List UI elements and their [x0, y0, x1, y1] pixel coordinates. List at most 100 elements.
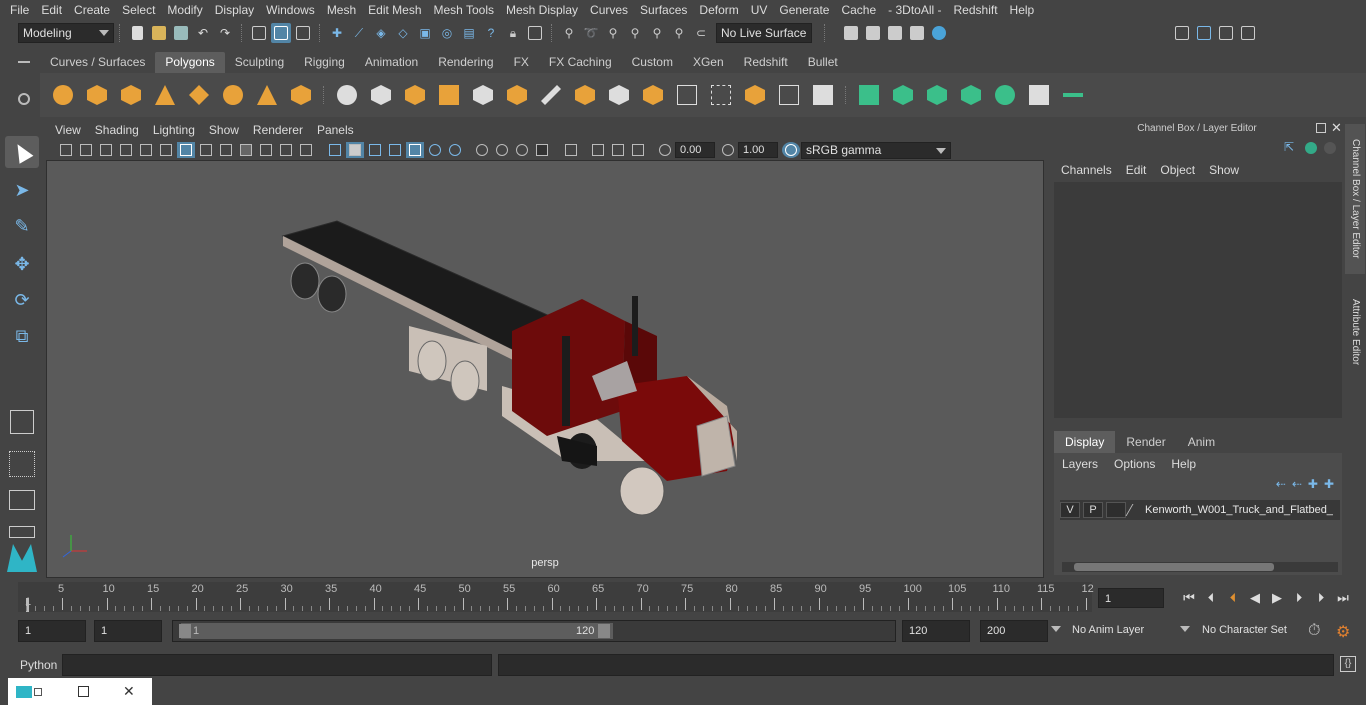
grease-pencil-icon[interactable] — [157, 142, 175, 158]
menu-modify[interactable]: Modify — [161, 0, 208, 20]
2d-pan-zoom-icon[interactable] — [137, 142, 155, 158]
checker-icon[interactable] — [1026, 82, 1052, 108]
shadows-icon[interactable] — [426, 142, 444, 158]
playback-end-input[interactable]: 120 — [902, 620, 970, 642]
new-layer-selected-icon[interactable]: ✚ — [1324, 477, 1334, 491]
open-scene-icon[interactable] — [149, 23, 169, 43]
select-tool[interactable] — [5, 136, 39, 168]
range-slider[interactable]: 1 120 — [172, 620, 896, 642]
automatic-map-icon[interactable] — [742, 82, 768, 108]
menu-redshift[interactable]: Redshift — [948, 0, 1004, 20]
snap-curve-icon[interactable]: ⟋ — [349, 23, 369, 43]
wireframe-icon[interactable] — [326, 142, 344, 158]
tab-bullet[interactable]: Bullet — [798, 52, 848, 73]
menu-uv[interactable]: UV — [745, 0, 774, 20]
layer-scrollbar[interactable] — [1062, 562, 1338, 572]
render-view-icon[interactable] — [841, 23, 861, 43]
planar-map-icon[interactable] — [674, 82, 700, 108]
tab-rendering[interactable]: Rendering — [428, 52, 503, 73]
render-setup-icon[interactable]: ▤ — [459, 23, 479, 43]
animation-prefs-icon[interactable]: ⚙ — [1336, 622, 1350, 642]
fill-hole-icon[interactable] — [640, 82, 666, 108]
snap-view-icon[interactable]: ◇ — [393, 23, 413, 43]
smooth-shade-icon[interactable] — [346, 142, 364, 158]
single-view-button[interactable] — [5, 406, 39, 438]
tab-sculpting[interactable]: Sculpting — [225, 52, 294, 73]
shelf-menu-icon[interactable] — [18, 61, 30, 63]
3dtoall-tool-5-icon[interactable] — [992, 82, 1018, 108]
magnet-icon[interactable]: ⊂ — [691, 23, 711, 43]
resolution-gate-icon[interactable] — [217, 142, 235, 158]
step-back-frame-icon[interactable]: ⏴ — [1222, 588, 1244, 608]
step-forward-frame-icon[interactable]: ⏵ — [1288, 588, 1310, 608]
toggle-channel-box-icon[interactable] — [1216, 23, 1236, 43]
menu-curves[interactable]: Curves — [584, 0, 634, 20]
mode-selector[interactable]: Modeling — [18, 23, 114, 43]
3dtoall-tool-4-icon[interactable] — [958, 82, 984, 108]
menu-windows[interactable]: Windows — [260, 0, 321, 20]
paint-select-tool[interactable]: ✎ — [5, 210, 39, 242]
viewport-menu-renderer[interactable]: Renderer — [246, 123, 310, 137]
layer-row[interactable]: V P Kenworth_W001_Truck_and_Flatbed_ — [1060, 500, 1340, 520]
redo-icon[interactable]: ↷ — [215, 23, 235, 43]
live-surface-field[interactable]: No Live Surface — [716, 23, 812, 43]
bevel-icon[interactable] — [572, 82, 598, 108]
camera-attributes-icon[interactable] — [77, 142, 95, 158]
tab-fx[interactable]: FX — [504, 52, 539, 73]
select-hierarchy-icon[interactable] — [249, 23, 269, 43]
scale-tool[interactable]: ⧉ — [5, 320, 39, 352]
new-scene-icon[interactable] — [127, 23, 147, 43]
color-space-select[interactable]: sRGB gamma — [801, 141, 951, 159]
combine-icon[interactable] — [334, 82, 360, 108]
tab-animation[interactable]: Animation — [355, 52, 428, 73]
extrude-icon[interactable] — [470, 82, 496, 108]
3dtoall-tool-7-icon[interactable] — [1060, 82, 1086, 108]
step-forward-key-icon[interactable]: ⏵ — [1310, 588, 1332, 608]
move-layer-up-icon[interactable]: ⇠ — [1276, 477, 1286, 491]
wireframe-on-shaded-icon[interactable] — [366, 142, 384, 158]
menu-help[interactable]: Help — [1004, 0, 1041, 20]
anim-layer-select[interactable]: No Anim Layer — [1066, 620, 1172, 642]
snap-live-icon[interactable]: ◎ — [437, 23, 457, 43]
viewport-menu-view[interactable]: View — [48, 123, 88, 137]
time-slider[interactable]: 1 5 10 15 20 25 30 35 40 45 50 55 60 65 70 75 80 85 90 95 1… — [18, 582, 1094, 612]
range-slider-bar[interactable] — [181, 623, 613, 639]
xray-joints-icon[interactable] — [589, 142, 607, 158]
menu-edit[interactable]: Edit — [35, 0, 68, 20]
menu-generate[interactable]: Generate — [773, 0, 835, 20]
current-frame-input[interactable]: 1 — [1098, 588, 1164, 608]
lasso-tool[interactable]: ➤ — [5, 174, 39, 206]
range-end-handle[interactable] — [598, 624, 610, 638]
tab-rigging[interactable]: Rigging — [294, 52, 355, 73]
maya-window-icon[interactable] — [16, 685, 32, 698]
lasso-icon[interactable]: ➰ — [581, 23, 601, 43]
make-live-icon[interactable]: ⚲ — [559, 23, 579, 43]
layout-uv-icon[interactable] — [810, 82, 836, 108]
select-object-icon[interactable] — [271, 23, 291, 43]
multisample-aa-icon[interactable] — [493, 142, 511, 158]
tab-redshift[interactable]: Redshift — [734, 52, 798, 73]
step-back-key-icon[interactable]: ⏴ — [1200, 588, 1222, 608]
layer-playback-toggle[interactable]: P — [1083, 502, 1103, 518]
menu-edit-mesh[interactable]: Edit Mesh — [362, 0, 427, 20]
bookmark-icon[interactable] — [97, 142, 115, 158]
rotate-tool[interactable]: ⟳ — [5, 284, 39, 316]
menu-mesh[interactable]: Mesh — [321, 0, 362, 20]
menu-display[interactable]: Display — [209, 0, 260, 20]
menu-mesh-display[interactable]: Mesh Display — [500, 0, 584, 20]
3dtoall-tool-3-icon[interactable] — [924, 82, 950, 108]
maximize-icon[interactable] — [78, 686, 89, 697]
channel-box-menu-channels[interactable]: Channels — [1054, 163, 1119, 177]
channel-box-menu-show[interactable]: Show — [1202, 163, 1246, 177]
xray-components-icon[interactable] — [609, 142, 627, 158]
script-editor-icon[interactable]: {} — [1340, 656, 1356, 672]
safe-title-icon[interactable] — [297, 142, 315, 158]
ambient-occlusion-icon[interactable] — [446, 142, 464, 158]
menu-deform[interactable]: Deform — [693, 0, 744, 20]
smooth-icon[interactable] — [436, 82, 462, 108]
scene-start-input[interactable]: 1 — [18, 620, 86, 642]
separate-icon[interactable] — [368, 82, 394, 108]
select-camera-icon[interactable] — [57, 142, 75, 158]
mirror-icon[interactable] — [402, 82, 428, 108]
menu-create[interactable]: Create — [68, 0, 116, 20]
